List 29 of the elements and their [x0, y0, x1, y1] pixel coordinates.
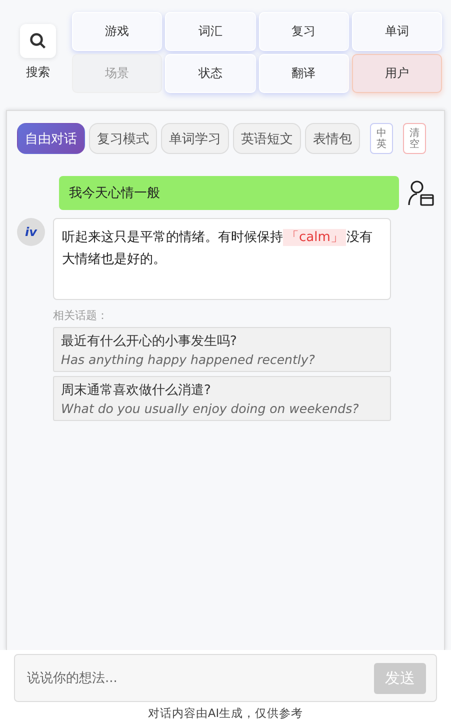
bot-avatar: iv: [17, 218, 45, 246]
nav-button[interactable]: 游戏: [72, 12, 162, 51]
nav-button[interactable]: 单词: [352, 12, 442, 51]
topic-card[interactable]: 最近有什么开心的小事发生吗? Has anything happy happened recently?: [53, 327, 391, 372]
topic-chinese: 最近有什么开心的小事发生吗?: [61, 333, 238, 350]
user-book-icon: [407, 180, 435, 206]
nav-button[interactable]: 复习: [258, 12, 349, 51]
clear-button[interactable]: 清空: [403, 123, 426, 154]
related-label: 相关话题：: [53, 308, 109, 323]
topic-english: What do you usually enjoy doing on weekends?: [61, 401, 360, 416]
nav-button[interactable]: 词汇: [165, 12, 256, 51]
mode-tab[interactable]: 表情包: [305, 123, 360, 154]
mode-tab[interactable]: 复习模式: [89, 123, 157, 154]
topic-english: Has anything happy happened recently?: [61, 352, 316, 367]
bot-message: 听起来这只是平常的情绪。有时候保持 「calm」 没有大情绪也是好的。: [53, 218, 391, 300]
topic-chinese: 周末通常喜欢做什么消遣?: [61, 382, 212, 399]
topic-card[interactable]: 周末通常喜欢做什么消遣? What do you usually enjoy doing on weekends?: [53, 376, 391, 421]
language-toggle[interactable]: 中英: [370, 123, 393, 154]
mode-tab[interactable]: 英语短文: [233, 123, 301, 154]
search-button[interactable]: [20, 24, 56, 58]
search-label: 搜索: [26, 64, 50, 81]
nav-button[interactable]: 翻译: [258, 54, 349, 93]
mode-tab[interactable]: 单词学习: [161, 123, 229, 154]
nav-button[interactable]: 用户: [352, 54, 442, 93]
user-message: 我今天心情一般: [59, 176, 399, 210]
nav-button[interactable]: 状态: [165, 54, 256, 93]
disclaimer: 对话内容由AI生成，仅供参考: [148, 706, 304, 721]
mode-tab[interactable]: 自由对话: [17, 123, 85, 154]
search-icon: [29, 32, 47, 50]
